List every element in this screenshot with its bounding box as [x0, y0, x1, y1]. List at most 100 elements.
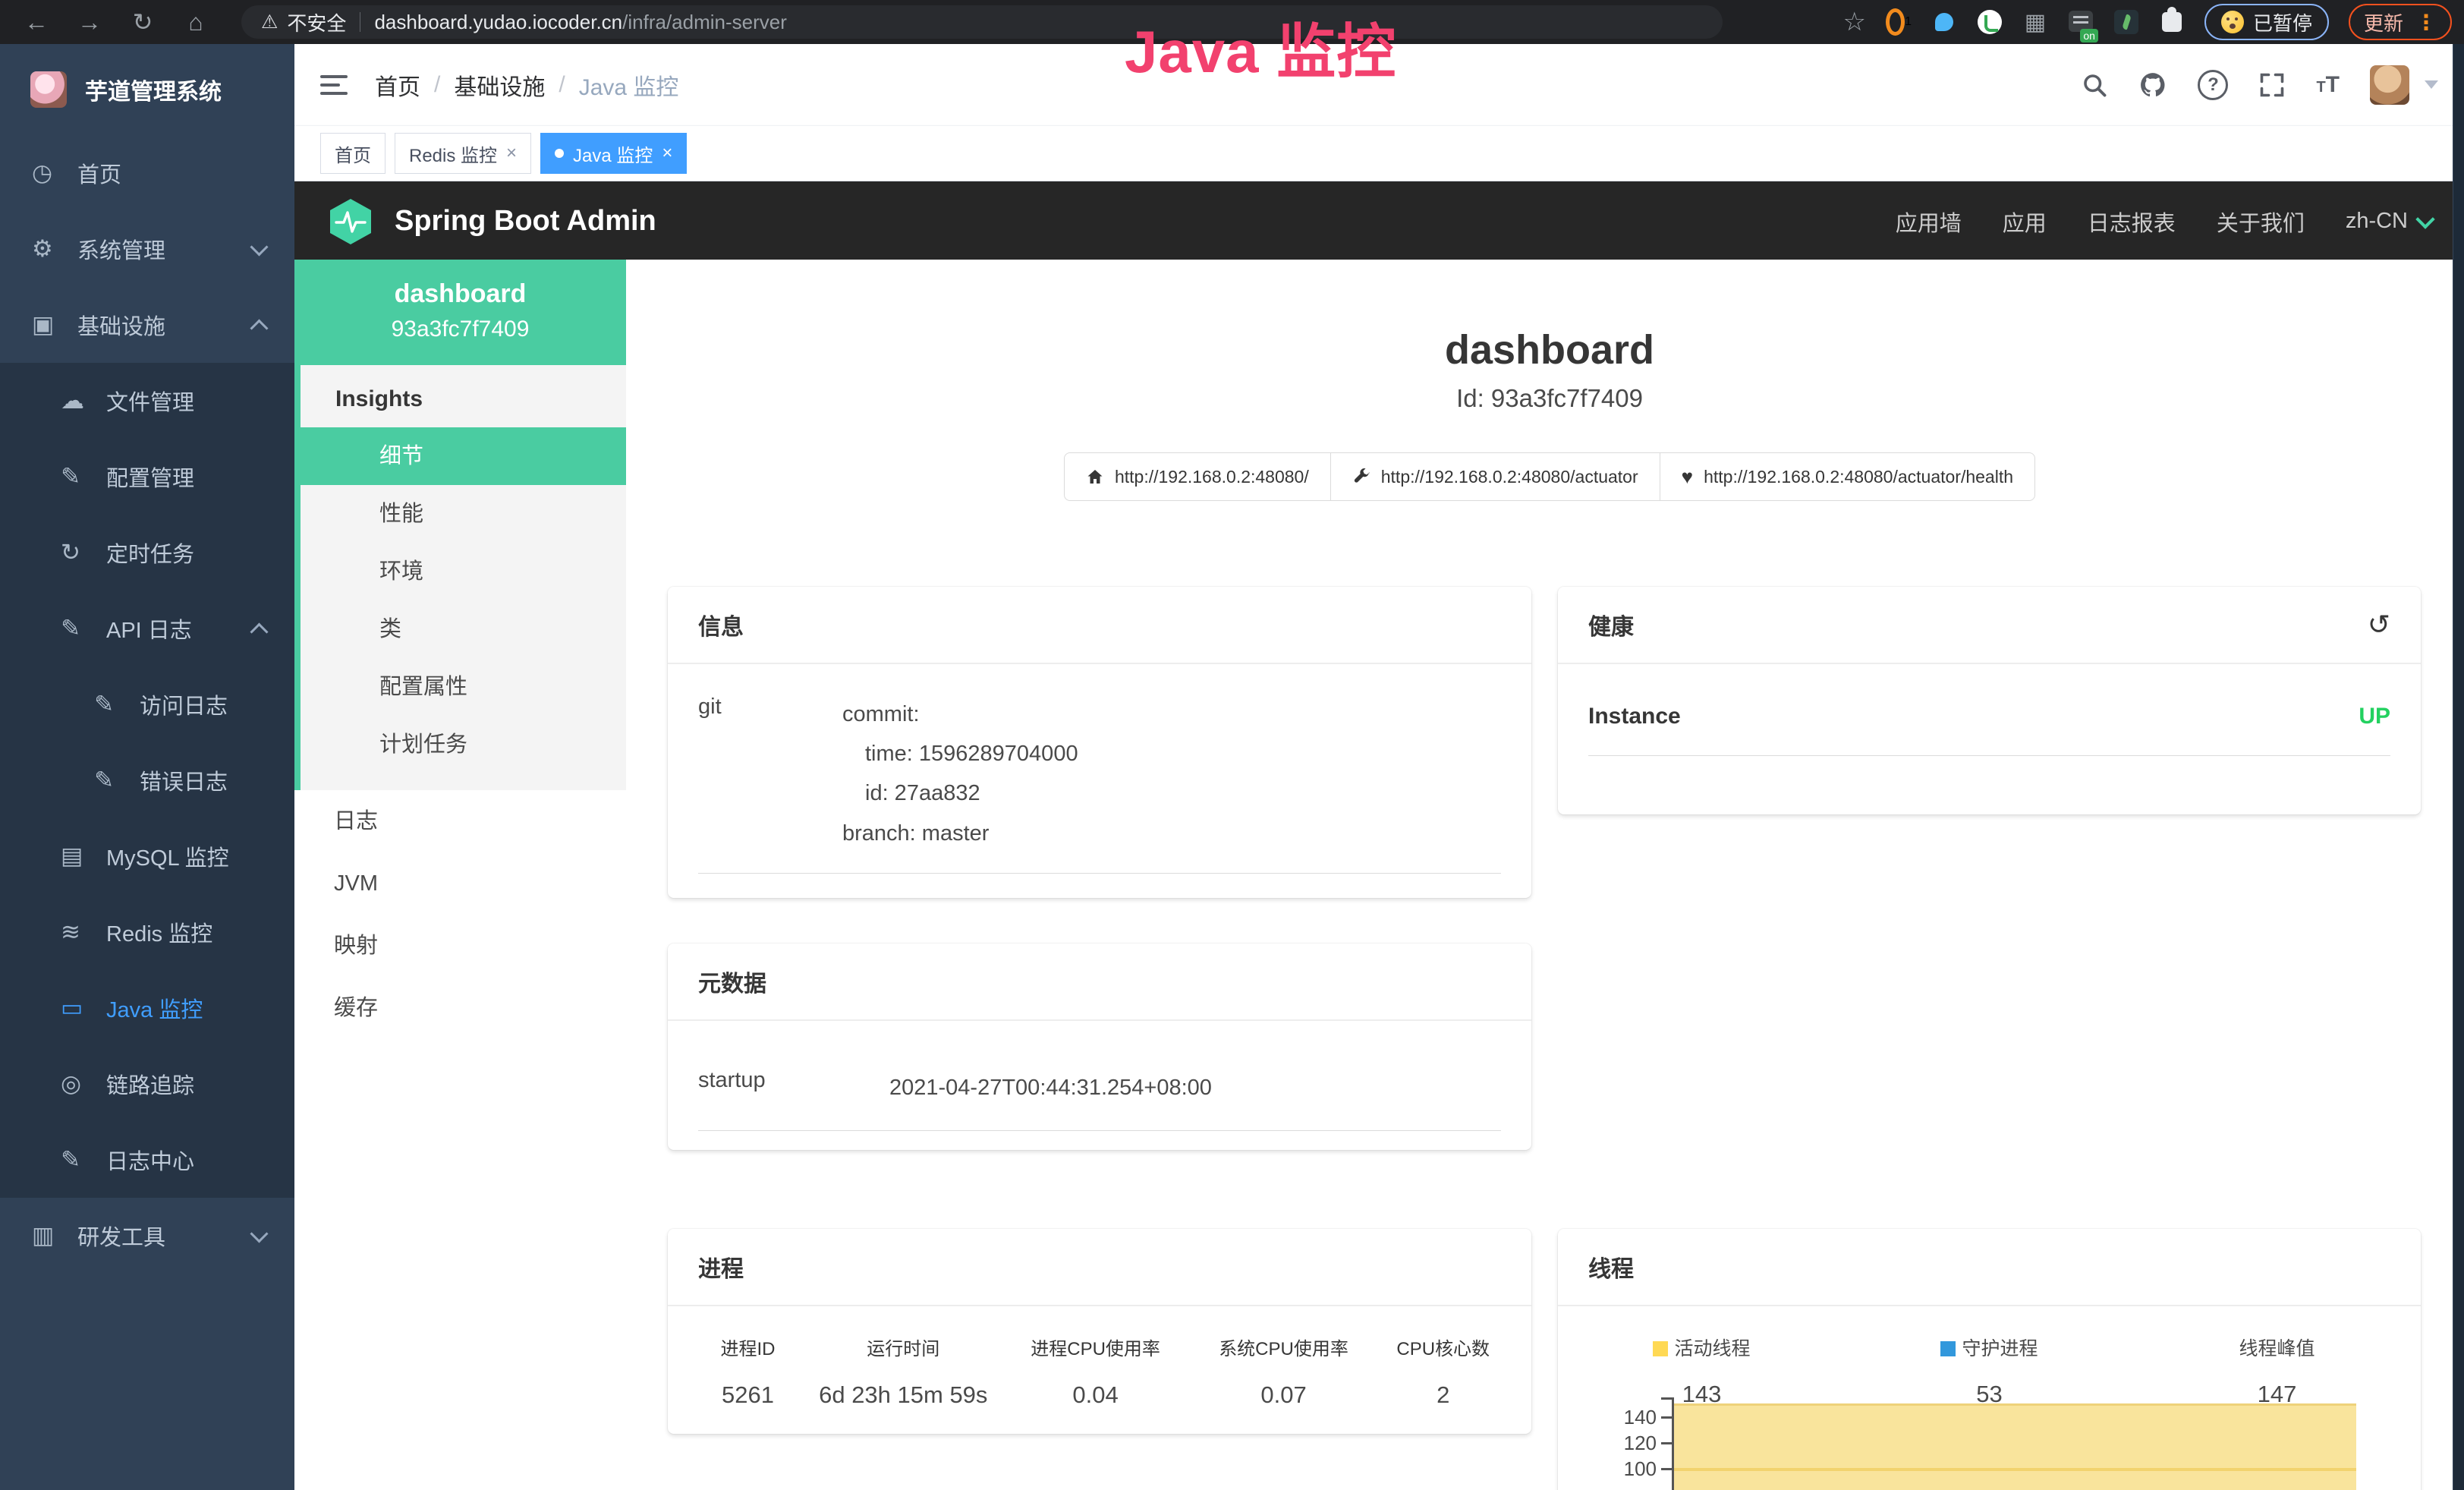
gauge-icon: ◷	[32, 159, 77, 187]
bookmark-star-icon[interactable]: ☆	[1842, 7, 1865, 37]
process-col-pid: 进程ID 5261	[691, 1334, 805, 1409]
metadata-value: 2021-04-27T00:44:31.254+08:00	[889, 1068, 1501, 1107]
hamburger-icon[interactable]	[320, 70, 348, 100]
close-icon[interactable]: ×	[662, 143, 672, 164]
fullscreen-icon[interactable]	[2258, 71, 2286, 99]
instance-content: dashboard Id: 93a3fc7f7409 http://192.16…	[626, 260, 2464, 1490]
switch-extension-icon[interactable]: on	[2068, 9, 2094, 35]
sba-nav-journal[interactable]: 日志报表	[2088, 206, 2176, 238]
puzzle-extensions-icon[interactable]	[2159, 9, 2185, 35]
search-icon[interactable]	[2081, 71, 2108, 99]
instance-nav-scheduled-tasks[interactable]: 计划任务	[301, 716, 626, 773]
browser-back-icon[interactable]: ←	[23, 10, 50, 34]
sidebar-item-error-log[interactable]: ✎ 错误日志	[0, 742, 294, 818]
sidebar-item-dev-tools[interactable]: ▥ 研发工具	[0, 1198, 294, 1274]
help-icon[interactable]: ?	[2198, 70, 2228, 100]
sidebar-item-file-mgmt[interactable]: ☁ 文件管理	[0, 363, 294, 439]
monitor-icon: ▭	[61, 994, 106, 1022]
tab-java-monitor[interactable]: Java 监控 ×	[540, 133, 687, 174]
update-label: 更新	[2364, 8, 2403, 36]
breadcrumb-infra[interactable]: 基础设施	[454, 68, 545, 102]
instance-nav-environment[interactable]: 环境	[301, 543, 626, 600]
page-title: dashboard	[668, 326, 2431, 373]
instance-nav-config-props[interactable]: 配置属性	[301, 658, 626, 716]
avatar-caret-icon[interactable]	[2425, 80, 2438, 89]
sidebar-item-system[interactable]: ⚙ 系统管理	[0, 211, 294, 287]
sidebar-item-infra[interactable]: ▣ 基础设施	[0, 287, 294, 363]
y-tick-100: 100	[1596, 1457, 1657, 1481]
instance-nav-logs[interactable]: 日志	[294, 790, 626, 852]
sba-nav-applications[interactable]: 应用	[2003, 206, 2047, 238]
health-url-button[interactable]: ♥ http://192.168.0.2:48080/actuator/heal…	[1660, 452, 2035, 501]
tab-home[interactable]: 首页	[320, 133, 385, 174]
instance-nav-jvm[interactable]: JVM	[294, 852, 626, 915]
pin-extension-icon[interactable]	[1931, 9, 1957, 35]
instance-nav-metrics[interactable]: 性能	[301, 485, 626, 543]
edit-icon: ✎	[61, 463, 106, 490]
instance-id: 93a3fc7f7409	[302, 317, 618, 342]
sba-locale-select[interactable]: zh-CN	[2346, 209, 2432, 234]
chrome-update-button[interactable]: 更新 ⋮	[2349, 4, 2452, 40]
sba-brand[interactable]: Spring Boot Admin	[326, 197, 656, 246]
sidebar-item-scheduled-jobs[interactable]: ↻ 定时任务	[0, 515, 294, 591]
sidebar-item-redis-monitor[interactable]: ≋ Redis 监控	[0, 894, 294, 970]
browser-menu-icon[interactable]: ⋮	[2415, 10, 2437, 35]
legend-live-threads: 活动线程 143	[1558, 1334, 1846, 1408]
instance-header[interactable]: dashboard 93a3fc7f7409	[294, 260, 626, 365]
user-avatar[interactable]	[2370, 65, 2409, 105]
info-key: git	[698, 695, 842, 853]
font-size-icon[interactable]: TT	[2316, 72, 2340, 98]
health-instance-label: Instance	[1588, 704, 1681, 729]
sidebar-item-api-log[interactable]: ✎ API 日志	[0, 591, 294, 666]
github-icon[interactable]	[2138, 71, 2167, 99]
service-url-button[interactable]: http://192.168.0.2:48080/	[1064, 452, 1331, 501]
log-icon: ✎	[61, 1146, 106, 1173]
extension-badge-on: on	[2080, 29, 2098, 43]
address-bar[interactable]: ⚠ 不安全 dashboard.yudao.iocoder.cn /infra/…	[241, 5, 1723, 39]
sidebar-item-config-mgmt[interactable]: ✎ 配置管理	[0, 439, 294, 515]
breadcrumb-home[interactable]: 首页	[375, 68, 420, 102]
history-icon[interactable]: ↺	[2368, 611, 2390, 638]
sba-nav-wallboard[interactable]: 应用墙	[1896, 206, 1962, 238]
health-status-badge: UP	[2359, 704, 2390, 729]
instance-nav-details[interactable]: 细节	[301, 427, 626, 485]
sidebar-menu: ◷ 首页 ⚙ 系统管理 ▣ 基础设施 ☁ 文件管理 ✎ 配置管理 ↻ 定时任务	[0, 135, 294, 1274]
sidebar-item-tracing[interactable]: ◎ 链路追踪	[0, 1046, 294, 1122]
sba-logo-icon	[326, 197, 375, 246]
gear-icon: ⚙	[32, 235, 77, 263]
yuque-extension-icon[interactable]	[1977, 9, 2003, 35]
chevron-up-icon	[250, 319, 268, 337]
close-icon[interactable]: ×	[506, 143, 517, 164]
sba-header: Spring Boot Admin 应用墙 应用 日志报表 关于我们 zh-CN	[294, 181, 2464, 261]
legend-daemon-threads: 守护进程 53	[1846, 1334, 2133, 1408]
sidebar-item-home[interactable]: ◷ 首页	[0, 135, 294, 211]
sidebar-item-access-log[interactable]: ✎ 访问日志	[0, 666, 294, 742]
leaf-extension-icon[interactable]	[2113, 9, 2139, 35]
browser-forward-icon[interactable]: →	[76, 10, 103, 34]
legend-swatch-blue	[1940, 1341, 1956, 1356]
layers-icon: ≋	[61, 918, 106, 946]
briefcase-icon: ▥	[32, 1222, 77, 1249]
paused-profile-chip[interactable]: 已暂停	[2204, 4, 2329, 40]
actuator-url-button[interactable]: http://192.168.0.2:48080/actuator	[1330, 452, 1660, 501]
sidebar-item-java-monitor[interactable]: ▭ Java 监控	[0, 970, 294, 1046]
tab-redis-monitor[interactable]: Redis 监控 ×	[395, 133, 531, 174]
instance-nav-mappings[interactable]: 映射	[294, 915, 626, 977]
sba-nav: 应用墙 应用 日志报表 关于我们 zh-CN	[1896, 206, 2432, 238]
browser-reload-icon[interactable]: ↻	[129, 10, 156, 34]
grid-extension-icon[interactable]: ▦	[2022, 9, 2048, 35]
sync-extension-icon[interactable]: 1	[1886, 9, 1912, 35]
sidebar-item-log-center[interactable]: ✎ 日志中心	[0, 1122, 294, 1198]
main-page: 首页 / 基础设施 / Java 监控 ? TT 首页 Redis 监控 × J…	[294, 44, 2464, 1490]
info-card: 信息 git commit: time: 1596289704000 id: 2…	[668, 587, 1531, 898]
instance-nav-classes[interactable]: 类	[301, 600, 626, 658]
instance-nav-caches[interactable]: 缓存	[294, 977, 626, 1039]
legend-peak-threads: 线程峰值 147	[2133, 1334, 2421, 1408]
instance-name: dashboard	[302, 279, 618, 309]
infrastructure-icon: ▣	[32, 311, 77, 339]
browser-home-icon[interactable]: ⌂	[182, 10, 209, 34]
sba-nav-about[interactable]: 关于我们	[2217, 206, 2305, 238]
process-card: 进程 进程ID 5261 运行时间 6d 23h 15m 59s 进程CPU使用…	[668, 1229, 1531, 1434]
sidebar-item-mysql-monitor[interactable]: ▤ MySQL 监控	[0, 818, 294, 894]
process-col-uptime: 运行时间 6d 23h 15m 59s	[805, 1334, 1002, 1409]
